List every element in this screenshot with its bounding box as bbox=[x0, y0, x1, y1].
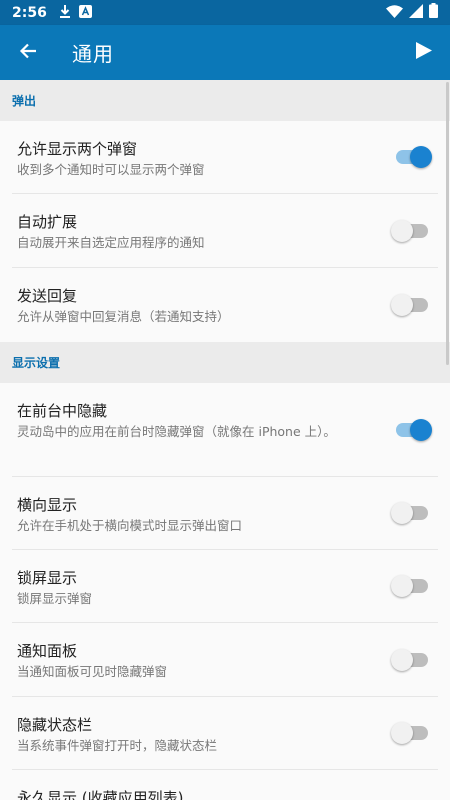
toggle-switch[interactable] bbox=[391, 722, 430, 744]
toggle-switch[interactable] bbox=[394, 418, 432, 441]
setting-subtitle: 允许在手机处于横向模式时显示弹出窗口 bbox=[17, 518, 243, 533]
setting-allow-two-popups[interactable]: 允许显示两个弹窗 收到多个通知时可以显示两个弹窗 bbox=[12, 121, 438, 194]
setting-title: 隐藏状态栏 bbox=[17, 716, 93, 734]
battery-icon bbox=[429, 3, 438, 22]
setting-title: 发送回复 bbox=[17, 287, 78, 305]
setting-subtitle: 允许从弹窗中回复消息（若通知支持） bbox=[17, 309, 230, 324]
status-time: 2:56 bbox=[12, 4, 47, 21]
page-title: 通用 bbox=[72, 42, 114, 66]
setting-subtitle: 灵动岛中的应用在前台时隐藏弹窗（就像在 iPhone 上）。 bbox=[17, 424, 336, 439]
setting-subtitle: 当系统事件弹窗打开时，隐藏状态栏 bbox=[17, 738, 218, 753]
toggle-switch[interactable] bbox=[391, 575, 430, 597]
setting-hide-in-foreground[interactable]: 在前台中隐藏 灵动岛中的应用在前台时隐藏弹窗（就像在 iPhone 上）。 bbox=[12, 383, 438, 477]
setting-title: 永久显示 (收藏应用列表) bbox=[17, 789, 184, 800]
setting-title: 自动扩展 bbox=[17, 213, 78, 231]
setting-landscape-display[interactable]: 横向显示 允许在手机处于横向模式时显示弹出窗口 bbox=[12, 477, 438, 550]
app-notification-icon bbox=[78, 3, 92, 22]
setting-send-reply[interactable]: 发送回复 允许从弹窗中回复消息（若通知支持） bbox=[12, 268, 438, 342]
setting-always-show-favorites[interactable]: 永久显示 (收藏应用列表) bbox=[12, 770, 438, 800]
setting-title: 横向显示 bbox=[17, 496, 78, 514]
setting-lockscreen-display[interactable]: 锁屏显示 锁屏显示弹窗 bbox=[12, 550, 438, 623]
toggle-switch[interactable] bbox=[391, 502, 430, 524]
toggle-switch[interactable] bbox=[391, 294, 430, 316]
scrollbar[interactable] bbox=[446, 82, 449, 365]
setting-notification-panel[interactable]: 通知面板 当通知面板可见时隐藏弹窗 bbox=[12, 623, 438, 697]
setting-subtitle: 收到多个通知时可以显示两个弹窗 bbox=[17, 162, 205, 177]
toggle-switch[interactable] bbox=[394, 146, 432, 168]
setting-title: 在前台中隐藏 bbox=[17, 402, 108, 420]
download-icon bbox=[59, 3, 71, 22]
status-bar: 2:56 bbox=[0, 0, 450, 25]
wifi-icon bbox=[386, 3, 403, 22]
app-bar: 通用 bbox=[0, 25, 450, 80]
setting-title: 通知面板 bbox=[17, 642, 78, 660]
signal-icon bbox=[409, 3, 423, 22]
arrow-left-icon bbox=[19, 43, 37, 63]
section-header-popup: 弹出 bbox=[0, 80, 450, 121]
setting-subtitle: 锁屏显示弹窗 bbox=[17, 591, 93, 606]
setting-title: 允许显示两个弹窗 bbox=[17, 140, 138, 158]
setting-subtitle: 自动展开来自选定应用程序的通知 bbox=[17, 235, 205, 250]
play-icon bbox=[416, 42, 432, 63]
section-header-display: 显示设置 bbox=[0, 342, 450, 383]
setting-subtitle: 当通知面板可见时隐藏弹窗 bbox=[17, 664, 168, 679]
toggle-switch[interactable] bbox=[391, 219, 430, 242]
setting-title: 锁屏显示 bbox=[17, 569, 78, 587]
preview-button[interactable] bbox=[398, 25, 450, 80]
setting-hide-status-bar[interactable]: 隐藏状态栏 当系统事件弹窗打开时，隐藏状态栏 bbox=[12, 697, 438, 770]
setting-auto-expand[interactable]: 自动扩展 自动展开来自选定应用程序的通知 bbox=[12, 194, 438, 268]
settings-list: 弹出 允许显示两个弹窗 收到多个通知时可以显示两个弹窗 自动扩展 自动展开来自选… bbox=[0, 80, 450, 800]
toggle-switch[interactable] bbox=[391, 648, 430, 671]
back-button[interactable] bbox=[0, 25, 56, 80]
